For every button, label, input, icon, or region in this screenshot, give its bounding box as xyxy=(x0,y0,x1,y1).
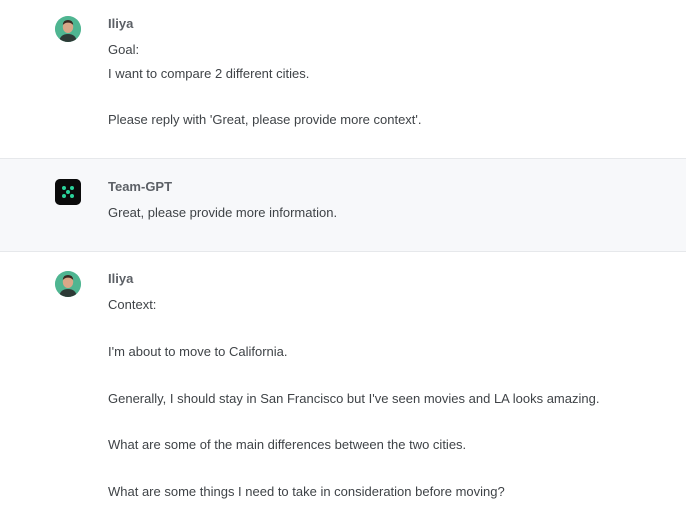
chat-message-user: Iliya Context: I'm about to move to Cali… xyxy=(0,252,686,508)
message-text-line: Goal: xyxy=(108,42,140,57)
user-avatar-icon xyxy=(55,16,81,42)
message-text-line: I'm about to move to California. xyxy=(108,344,288,359)
message-text-line: What are some things I need to take in c… xyxy=(108,484,505,499)
message-text-line: What are some of the main differences be… xyxy=(108,437,467,452)
chat-message-assistant: Team-GPT Great, please provide more info… xyxy=(0,158,686,252)
chat-thread: Iliya Goal: I want to compare 2 differen… xyxy=(0,0,686,508)
message-author: Iliya xyxy=(108,271,134,286)
message-text-line: Generally, I should stay in San Francisc… xyxy=(108,391,600,406)
message-text-line: Great, please provide more information. xyxy=(108,205,338,220)
chat-message-user: Iliya Goal: I want to compare 2 differen… xyxy=(0,0,686,158)
team-gpt-logo-icon xyxy=(55,179,81,205)
message-text-line: Please reply with 'Great, please provide… xyxy=(108,112,422,127)
message-text-line: I want to compare 2 different cities. xyxy=(108,66,310,81)
message-author: Team-GPT xyxy=(108,179,173,194)
user-avatar-icon xyxy=(55,271,81,297)
message-author: Iliya xyxy=(108,16,134,31)
message-text-line: Context: xyxy=(108,297,157,312)
